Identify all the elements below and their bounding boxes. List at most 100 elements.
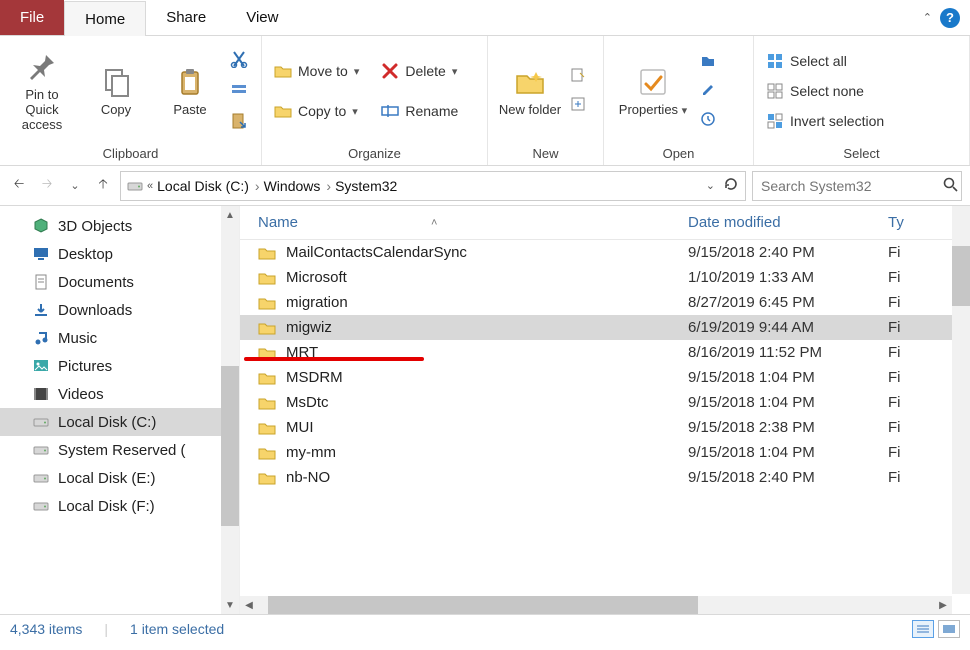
search-box[interactable]	[752, 171, 962, 201]
sidebar-scrollbar[interactable]: ▲ ▼	[221, 206, 239, 614]
pin-label: Pin to Quick access	[8, 87, 76, 132]
copy-path-icon[interactable]	[230, 81, 248, 102]
file-row[interactable]: nb-NO9/15/2018 2:40 PMFi	[240, 465, 970, 490]
tree-item[interactable]: Videos	[0, 380, 239, 408]
back-button[interactable]: 🡠	[8, 175, 30, 197]
file-date: 9/15/2018 1:04 PM	[688, 394, 888, 411]
column-date[interactable]: Date modified	[688, 214, 781, 231]
file-row[interactable]: MSDRM9/15/2018 1:04 PMFi	[240, 365, 970, 390]
tab-file[interactable]: File	[0, 0, 64, 35]
folder-arrow-icon	[274, 62, 292, 80]
paste-shortcut-icon[interactable]	[230, 112, 248, 133]
tab-view[interactable]: View	[226, 0, 298, 35]
help-icon[interactable]: ?	[940, 8, 960, 28]
file-row[interactable]: my-mm9/15/2018 1:04 PMFi	[240, 440, 970, 465]
folder-icon	[258, 471, 276, 485]
invert-selection-icon	[766, 112, 784, 130]
breadcrumb-root-chevron[interactable]: «	[147, 180, 153, 192]
view-details-button[interactable]	[912, 620, 934, 638]
view-thumbnails-button[interactable]	[938, 620, 960, 638]
breadcrumb[interactable]: « Local Disk (C:)› Windows› System32 ⌄	[120, 171, 746, 201]
group-label-new: New	[488, 146, 603, 165]
select-none-button[interactable]: Select none	[762, 80, 888, 102]
file-row[interactable]: Microsoft1/10/2019 1:33 AMFi	[240, 265, 970, 290]
select-all-button[interactable]: Select all	[762, 50, 888, 72]
tree-item-label: Pictures	[58, 358, 112, 375]
content-horizontal-scrollbar[interactable]: ◀▶	[240, 596, 952, 614]
folder-icon	[258, 321, 276, 335]
file-date: 9/15/2018 2:40 PM	[688, 469, 888, 486]
open-icon[interactable]	[700, 53, 716, 72]
file-name: MUI	[286, 419, 314, 436]
tree-item[interactable]: Downloads	[0, 296, 239, 324]
forward-button[interactable]: 🡢	[36, 175, 58, 197]
file-row[interactable]: MRT8/16/2019 11:52 PMFi	[240, 340, 970, 365]
crumb-system32[interactable]: System32	[335, 178, 397, 194]
recent-locations-button[interactable]: ⌄	[64, 175, 86, 197]
file-row[interactable]: MsDtc9/15/2018 1:04 PMFi	[240, 390, 970, 415]
file-list: Name˄ Date modified Ty MailContactsCalen…	[240, 206, 970, 614]
up-button[interactable]: 🡡	[92, 175, 114, 197]
tree-item-label: 3D Objects	[58, 218, 132, 235]
crumb-local-disk[interactable]: Local Disk (C:)	[157, 178, 249, 194]
sidebar-scroll-thumb[interactable]	[221, 366, 239, 526]
file-row[interactable]: migwiz6/19/2019 9:44 AMFi	[240, 315, 970, 340]
content-hscroll-thumb[interactable]	[268, 596, 698, 614]
annotation-underline	[244, 357, 424, 361]
refresh-button[interactable]	[723, 176, 739, 195]
tree-item[interactable]: Documents	[0, 268, 239, 296]
delete-button[interactable]: Delete▾	[377, 60, 462, 82]
new-item-icon[interactable]	[570, 67, 586, 86]
file-row[interactable]: migration8/27/2019 6:45 PMFi	[240, 290, 970, 315]
file-date: 9/15/2018 2:38 PM	[688, 419, 888, 436]
file-name: Microsoft	[286, 269, 347, 286]
search-icon[interactable]	[942, 176, 958, 195]
tab-home[interactable]: Home	[64, 1, 146, 36]
tree-item[interactable]: Local Disk (F:)	[0, 492, 239, 520]
new-folder-label: New folder	[499, 102, 561, 117]
cut-icon[interactable]	[230, 50, 248, 71]
breadcrumb-dropdown[interactable]: ⌄	[706, 179, 715, 192]
properties-button[interactable]: Properties ▾	[612, 66, 694, 117]
tree-item[interactable]: Pictures	[0, 352, 239, 380]
tree-item[interactable]: Desktop	[0, 240, 239, 268]
crumb-windows[interactable]: Windows	[264, 178, 321, 194]
easy-access-icon[interactable]	[570, 96, 586, 115]
column-headers[interactable]: Name˄ Date modified Ty	[240, 206, 970, 240]
properties-label: Properties	[619, 102, 678, 117]
column-type[interactable]: Ty	[888, 214, 904, 231]
move-to-button[interactable]: Move to▾	[270, 60, 363, 82]
new-folder-icon	[514, 66, 546, 98]
copy-to-button[interactable]: Copy to▾	[270, 100, 363, 122]
pin-to-quick-access-button[interactable]: Pin to Quick access	[8, 51, 76, 132]
copy-icon	[100, 66, 132, 98]
new-folder-button[interactable]: New folder	[496, 66, 564, 117]
pin-icon	[26, 51, 58, 83]
column-name[interactable]: Name	[258, 214, 298, 231]
collapse-ribbon-icon[interactable]: ⌃	[923, 11, 932, 24]
content-vscroll-thumb[interactable]	[952, 246, 970, 306]
tree-item[interactable]: Music	[0, 324, 239, 352]
tab-share[interactable]: Share	[146, 0, 226, 35]
properties-icon	[637, 66, 669, 98]
folder-icon	[258, 396, 276, 410]
edit-icon[interactable]	[700, 82, 716, 101]
file-type: Fi	[888, 444, 938, 461]
select-all-icon	[766, 52, 784, 70]
tree-item[interactable]: Local Disk (E:)	[0, 464, 239, 492]
file-name: migwiz	[286, 319, 332, 336]
invert-selection-button[interactable]: Invert selection	[762, 110, 888, 132]
history-icon[interactable]	[700, 111, 716, 130]
tree-item[interactable]: 3D Objects	[0, 212, 239, 240]
search-input[interactable]	[761, 178, 942, 194]
file-name: migration	[286, 294, 348, 311]
address-bar-row: 🡠 🡢 ⌄ 🡡 « Local Disk (C:)› Windows› Syst…	[0, 166, 970, 206]
copy-button[interactable]: Copy	[82, 66, 150, 117]
file-row[interactable]: MUI9/15/2018 2:38 PMFi	[240, 415, 970, 440]
rename-button[interactable]: Rename	[377, 100, 462, 122]
content-vertical-scrollbar[interactable]	[952, 206, 970, 594]
tree-item[interactable]: Local Disk (C:)	[0, 408, 239, 436]
tree-item[interactable]: System Reserved (	[0, 436, 239, 464]
file-row[interactable]: MailContactsCalendarSync9/15/2018 2:40 P…	[240, 240, 970, 265]
paste-button[interactable]: Paste	[156, 66, 224, 117]
